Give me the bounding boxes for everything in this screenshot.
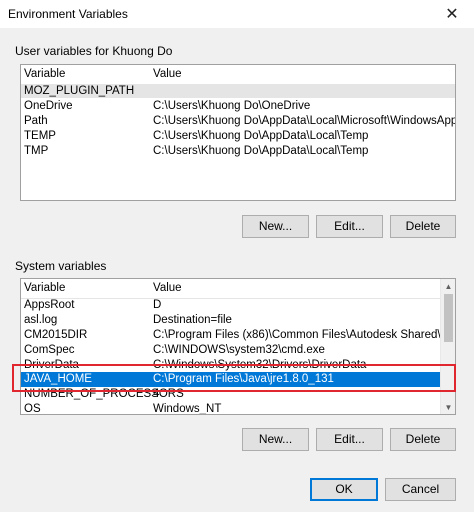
close-icon[interactable]: ✕ xyxy=(436,2,468,26)
user-delete-button[interactable]: Delete xyxy=(390,215,456,238)
row-variable: JAVA_HOME xyxy=(24,373,92,385)
system-row-appsroot[interactable]: AppsRoot D xyxy=(21,298,455,312)
system-row-asl-log[interactable]: asl.log Destination=file xyxy=(21,313,455,327)
system-row-driverdata[interactable]: DriverData C:\Windows\System32\Drivers\D… xyxy=(21,358,455,372)
row-variable: ComSpec xyxy=(24,344,75,356)
row-variable: DriverData xyxy=(24,359,79,371)
system-list-header: Variable Value xyxy=(21,279,455,299)
row-value: C:\Program Files\Java\jre1.8.0_131 xyxy=(153,373,334,385)
system-row-java-home[interactable]: JAVA_HOME C:\Program Files\Java\jre1.8.0… xyxy=(21,372,455,387)
system-row-cm2015dir[interactable]: CM2015DIR C:\Program Files (x86)\Common … xyxy=(21,328,455,342)
row-value: C:\Program Files (x86)\Common Files\Auto… xyxy=(153,329,456,341)
system-header-variable[interactable]: Variable xyxy=(24,282,65,294)
user-header-value[interactable]: Value xyxy=(153,68,182,80)
cancel-button[interactable]: Cancel xyxy=(385,478,456,501)
user-row-moz-plugin-path[interactable]: MOZ_PLUGIN_PATH xyxy=(21,84,455,98)
row-variable: asl.log xyxy=(24,314,58,326)
user-list-header: Variable Value xyxy=(21,65,455,85)
row-variable: TMP xyxy=(24,145,49,157)
row-variable: AppsRoot xyxy=(24,299,75,311)
system-delete-button[interactable]: Delete xyxy=(390,428,456,451)
scroll-up-arrow-icon[interactable]: ▲ xyxy=(441,279,455,293)
user-row-tmp[interactable]: TMP C:\Users\Khuong Do\AppData\Local\Tem… xyxy=(21,144,455,158)
row-value: 4 xyxy=(153,388,160,400)
row-variable: CM2015DIR xyxy=(24,329,88,341)
user-header-variable[interactable]: Variable xyxy=(24,68,65,80)
row-variable: Path xyxy=(24,115,48,127)
system-new-button[interactable]: New... xyxy=(242,428,309,451)
user-variables-label: User variables for Khuong Do xyxy=(15,44,173,58)
row-variable: NUMBER_OF_PROCESSORS xyxy=(24,388,184,400)
row-value: C:\Users\Khuong Do\OneDrive xyxy=(153,100,311,112)
row-value: Windows_NT xyxy=(153,403,222,415)
row-value: C:\Windows\System32\Drivers\DriverData xyxy=(153,359,367,371)
ok-button[interactable]: OK xyxy=(310,478,378,501)
row-value: D xyxy=(153,299,162,311)
row-value: C:\WINDOWS\system32\cmd.exe xyxy=(153,344,325,356)
system-row-number-of-processors[interactable]: NUMBER_OF_PROCESSORS 4 xyxy=(21,387,455,401)
title-bar: Environment Variables ✕ xyxy=(0,0,474,28)
system-header-value[interactable]: Value xyxy=(153,282,182,294)
user-variables-list[interactable]: Variable Value MOZ_PLUGIN_PATH OneDrive … xyxy=(20,64,456,201)
system-row-comspec[interactable]: ComSpec C:\WINDOWS\system32\cmd.exe xyxy=(21,343,455,357)
user-row-onedrive[interactable]: OneDrive C:\Users\Khuong Do\OneDrive xyxy=(21,99,455,113)
user-row-path[interactable]: Path C:\Users\Khuong Do\AppData\Local\Mi… xyxy=(21,114,455,128)
row-variable: MOZ_PLUGIN_PATH xyxy=(24,85,135,97)
row-value: C:\Users\Khuong Do\AppData\Local\Temp xyxy=(153,130,369,142)
system-row-os[interactable]: OS Windows_NT xyxy=(21,402,455,415)
row-value: C:\Users\Khuong Do\AppData\Local\Microso… xyxy=(153,115,456,127)
scrollbar-thumb[interactable] xyxy=(444,294,453,342)
system-list-scrollbar[interactable]: ▲ ▼ xyxy=(440,279,455,414)
row-variable: TEMP xyxy=(24,130,56,142)
system-variables-label: System variables xyxy=(15,259,107,273)
user-edit-button[interactable]: Edit... xyxy=(316,215,383,238)
row-value: C:\Users\Khuong Do\AppData\Local\Temp xyxy=(153,145,369,157)
system-edit-button[interactable]: Edit... xyxy=(316,428,383,451)
window-title: Environment Variables xyxy=(8,7,128,21)
user-row-temp[interactable]: TEMP C:\Users\Khuong Do\AppData\Local\Te… xyxy=(21,129,455,143)
row-variable: OS xyxy=(24,403,41,415)
row-variable: OneDrive xyxy=(24,100,73,112)
system-variables-list[interactable]: Variable Value AppsRoot D asl.log Destin… xyxy=(20,278,456,415)
scroll-down-arrow-icon[interactable]: ▼ xyxy=(441,400,455,414)
user-new-button[interactable]: New... xyxy=(242,215,309,238)
row-value: Destination=file xyxy=(153,314,232,326)
